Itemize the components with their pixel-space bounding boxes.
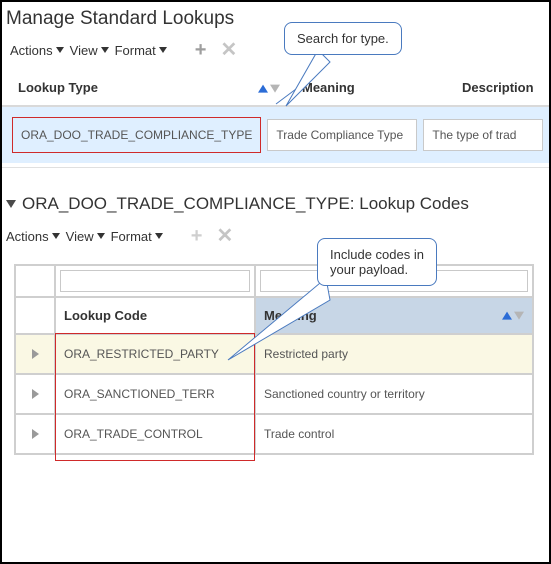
callout-line2: your payload. xyxy=(330,262,408,277)
actions-menu[interactable]: Actions xyxy=(10,43,64,58)
sort-asc-icon[interactable] xyxy=(258,84,268,92)
caret-down-icon xyxy=(97,233,105,239)
delete-icon[interactable]: ✕ xyxy=(212,226,237,246)
code-cell: ORA_TRADE_CONTROL xyxy=(55,414,255,454)
meaning-cell: Sanctioned country or territory xyxy=(255,374,533,414)
table-row[interactable]: ORA_DOO_TRADE_COMPLIANCE_TYPE Trade Comp… xyxy=(2,106,549,163)
expand-icon[interactable] xyxy=(15,414,55,454)
col-lookup-type-label: Lookup Type xyxy=(18,80,98,95)
col-expander xyxy=(15,297,55,334)
add-icon[interactable]: + xyxy=(191,40,211,60)
meaning-value[interactable]: Trade Compliance Type xyxy=(267,119,417,151)
section-title-text: ORA_DOO_TRADE_COMPLIANCE_TYPE: Lookup Co… xyxy=(22,194,469,214)
format-label: Format xyxy=(111,229,152,244)
description-value[interactable]: The type of trad xyxy=(423,119,543,151)
view-label: View xyxy=(66,229,94,244)
actions-label: Actions xyxy=(10,43,53,58)
expand-icon[interactable] xyxy=(15,334,55,374)
callout-include-codes: Include codes in your payload. xyxy=(317,238,437,286)
view-menu[interactable]: View xyxy=(66,229,105,244)
caret-down-icon xyxy=(56,47,64,53)
col-lookup-type[interactable]: Lookup Type xyxy=(2,72,286,106)
actions-menu[interactable]: Actions xyxy=(6,229,60,244)
view-menu[interactable]: View xyxy=(70,43,109,58)
format-menu[interactable]: Format xyxy=(111,229,163,244)
disclose-icon[interactable] xyxy=(6,200,16,208)
delete-icon[interactable]: ✕ xyxy=(216,40,241,60)
sort-asc-icon[interactable] xyxy=(502,311,512,319)
code-cell: ORA_SANCTIONED_TERR xyxy=(55,374,255,414)
format-menu[interactable]: Format xyxy=(115,43,167,58)
col-description[interactable]: Description xyxy=(446,72,549,106)
callout-search-type: Search for type. xyxy=(284,22,402,55)
add-icon[interactable]: + xyxy=(187,226,207,246)
table-row[interactable]: ORA_SANCTIONED_TERR Sanctioned country o… xyxy=(15,374,533,414)
format-label: Format xyxy=(115,43,156,58)
section-title: ORA_DOO_TRADE_COMPLIANCE_TYPE: Lookup Co… xyxy=(2,190,549,218)
sort-desc-icon[interactable] xyxy=(514,311,524,319)
actions-label: Actions xyxy=(6,229,49,244)
table-row[interactable]: ORA_TRADE_CONTROL Trade control xyxy=(15,414,533,454)
caret-down-icon xyxy=(101,47,109,53)
filter-expander xyxy=(15,265,55,297)
meaning-cell: Trade control xyxy=(255,414,533,454)
page-title: Manage Standard Lookups xyxy=(2,2,549,32)
callout-line1: Include codes in xyxy=(330,247,424,262)
expand-icon[interactable] xyxy=(15,374,55,414)
lower-toolbar: Actions View Format + ✕ xyxy=(2,218,549,258)
lookup-type-value: ORA_DOO_TRADE_COMPLIANCE_TYPE xyxy=(12,117,261,153)
caret-down-icon xyxy=(52,233,60,239)
caret-down-icon xyxy=(155,233,163,239)
view-label: View xyxy=(70,43,98,58)
caret-down-icon xyxy=(159,47,167,53)
